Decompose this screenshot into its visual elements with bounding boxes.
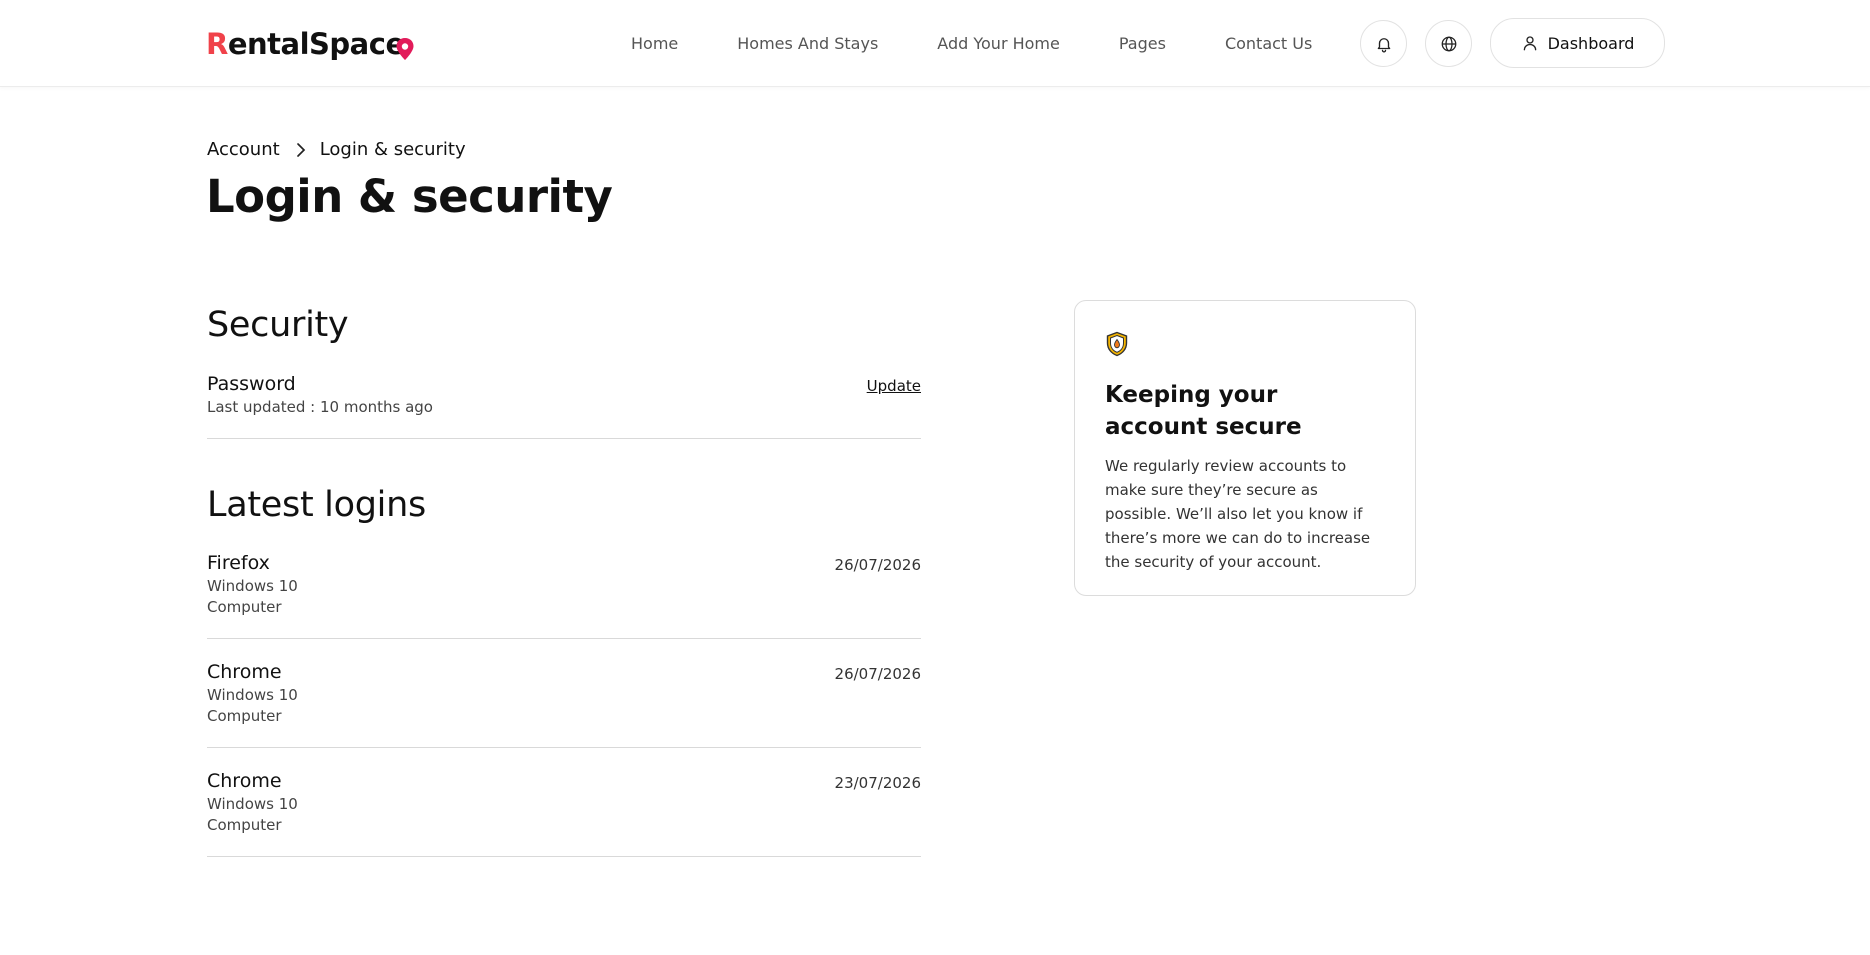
nav-home[interactable]: Home [631,34,678,53]
nav-contact-us[interactable]: Contact Us [1225,34,1312,53]
breadcrumb-current: Login & security [319,139,466,160]
login-os: Windows 10 [207,686,298,704]
dashboard-button[interactable]: Dashboard [1490,18,1665,68]
update-password-link[interactable]: Update [867,377,921,395]
login-date: 26/07/2026 [834,665,921,683]
main-content: Security Password Last updated : 10 mont… [207,305,921,857]
password-label: Password [207,373,296,395]
notifications-button[interactable] [1360,20,1407,67]
breadcrumb: Account Login & security [207,139,466,160]
login-date: 26/07/2026 [834,556,921,574]
login-os: Windows 10 [207,577,298,595]
security-info-card: Keeping your account secure We regularly… [1074,300,1416,596]
login-item: Firefox Windows 10 Computer 26/07/2026 [207,552,921,639]
security-heading: Security [207,305,349,345]
top-header: RentalSpace Home Homes And Stays Add You… [0,0,1870,87]
login-item: Chrome Windows 10 Computer 23/07/2026 [207,748,921,857]
brand-logo[interactable]: RentalSpace [206,24,414,64]
login-os: Windows 10 [207,795,298,813]
breadcrumb-account[interactable]: Account [207,139,280,160]
card-title: Keeping your account secure [1105,382,1302,440]
shield-icon [1106,331,1128,357]
nav-add-your-home[interactable]: Add Your Home [937,34,1060,53]
login-item: Chrome Windows 10 Computer 26/07/2026 [207,639,921,748]
nav-pages[interactable]: Pages [1119,34,1166,53]
page-title: Login & security [206,170,613,223]
password-row: Password Last updated : 10 months ago Up… [207,373,921,439]
login-date: 23/07/2026 [834,774,921,792]
login-device: Computer [207,598,282,616]
location-pin-icon [396,38,414,60]
login-device: Computer [207,707,282,725]
login-browser: Firefox [207,552,270,574]
login-device: Computer [207,816,282,834]
globe-icon [1441,36,1456,51]
chevron-right-icon [296,142,306,158]
password-status: Last updated : 10 months ago [207,398,433,416]
card-body: We regularly review accounts to make sur… [1105,457,1371,571]
login-browser: Chrome [207,661,282,683]
dashboard-label: Dashboard [1547,33,1635,53]
bell-icon [1377,37,1390,52]
language-button[interactable] [1425,20,1472,67]
nav-homes-and-stays[interactable]: Homes And Stays [737,34,878,53]
latest-logins-heading: Latest logins [207,485,426,525]
login-browser: Chrome [207,770,282,792]
user-icon [1523,36,1536,51]
main-nav: Home Homes And Stays Add Your Home Pages… [631,0,1312,86]
brand-name: RentalSpace [206,27,414,61]
